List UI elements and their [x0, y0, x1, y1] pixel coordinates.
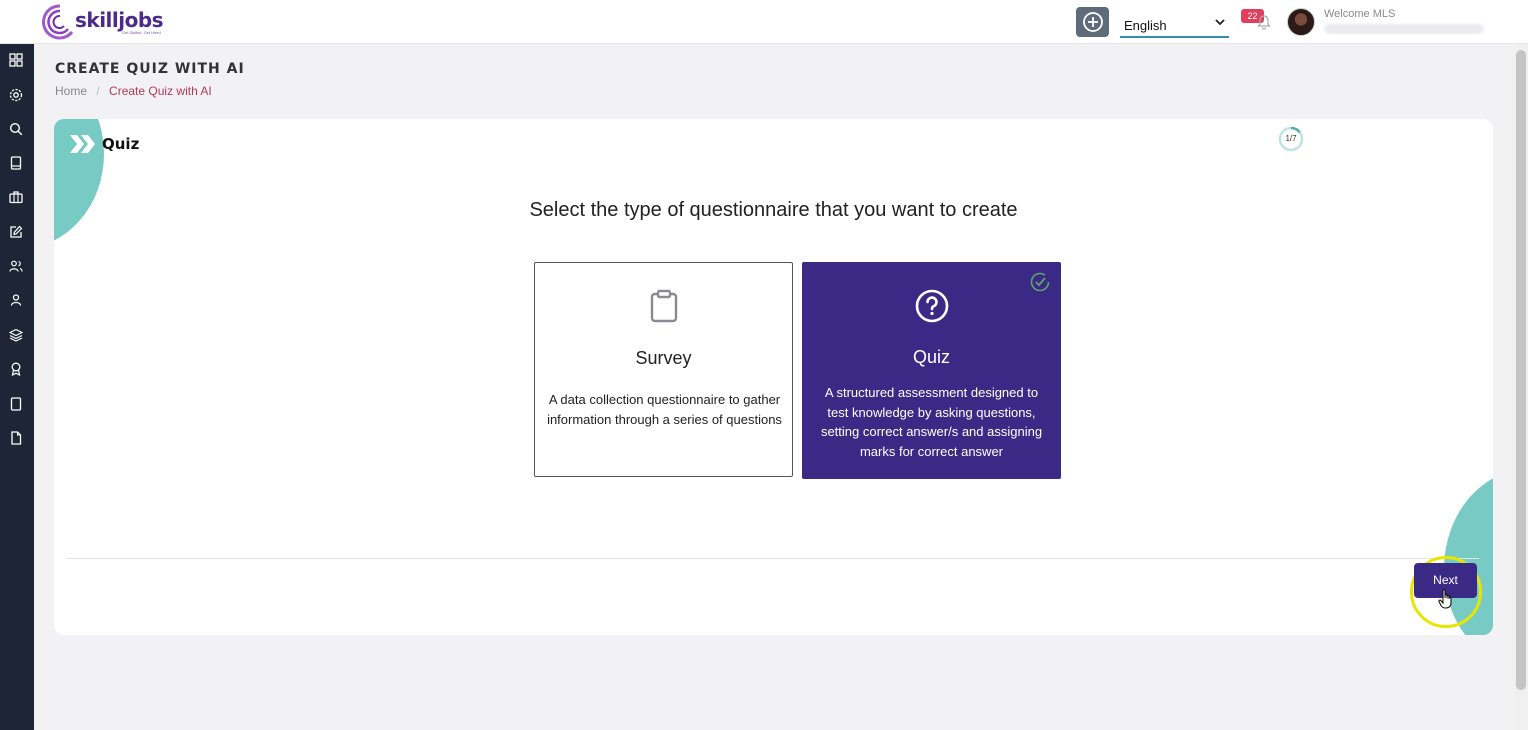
- language-select[interactable]: English: [1120, 12, 1229, 38]
- users-icon[interactable]: [7, 257, 25, 275]
- breadcrumb: Home / Create Quiz with AI: [55, 84, 212, 98]
- survey-option-name: Survey: [635, 348, 692, 368]
- page-title: CREATE QUIZ WITH AI: [55, 61, 245, 77]
- double-chevron-icon: [70, 135, 95, 153]
- bell-icon[interactable]: [1257, 14, 1271, 30]
- language-value: English: [1124, 18, 1167, 33]
- search-icon[interactable]: [7, 120, 25, 138]
- tablet-icon[interactable]: [7, 395, 25, 413]
- question-heading: Select the type of questionnaire that yo…: [529, 199, 1018, 221]
- quiz-option-description: A structured assessment designed to test…: [820, 385, 1043, 459]
- sidebar: [0, 44, 34, 730]
- add-button[interactable]: [1076, 7, 1109, 37]
- avatar[interactable]: [1287, 8, 1315, 36]
- breadcrumb-home[interactable]: Home: [55, 84, 87, 98]
- page-scrollbar[interactable]: [1514, 44, 1528, 730]
- user-icon[interactable]: [7, 291, 25, 309]
- breadcrumb-current: Create Quiz with AI: [109, 84, 212, 98]
- quiz-option-name: Quiz: [912, 347, 950, 367]
- dashboard-grid-icon[interactable]: [7, 51, 25, 69]
- quiz-option-card[interactable]: Quiz A structured assessment designed to…: [802, 262, 1061, 479]
- briefcase-icon[interactable]: [7, 188, 25, 206]
- top-bar: skilljobs Get Skilled, Get Hired English…: [0, 0, 1528, 44]
- skilljobs-logo[interactable]: skilljobs Get Skilled, Get Hired: [38, 2, 168, 42]
- award-icon[interactable]: [7, 360, 25, 378]
- survey-option-description: A data collection questionnaire to gathe…: [547, 392, 782, 427]
- breadcrumb-separator: /: [96, 84, 100, 98]
- survey-option-card[interactable]: Survey A data collection questionnaire t…: [534, 262, 793, 477]
- chevron-down-icon: [1215, 19, 1225, 26]
- user-name-blurred: [1324, 24, 1484, 34]
- clipboard-icon: [535, 289, 792, 323]
- settings-gear-icon[interactable]: [7, 86, 25, 104]
- layers-icon[interactable]: [7, 326, 25, 344]
- book-icon[interactable]: [7, 154, 25, 172]
- edit-icon[interactable]: [7, 223, 25, 241]
- card-title: Quiz: [102, 135, 140, 153]
- file-icon[interactable]: [7, 429, 25, 447]
- footer-divider: [67, 558, 1479, 559]
- hand-cursor-icon: [1438, 589, 1452, 609]
- scrollbar-thumb[interactable]: [1516, 50, 1526, 690]
- quiz-wizard-card: Quiz 1/7 Select the type of questionnair…: [54, 119, 1493, 635]
- logo-swirl-icon: [42, 4, 74, 40]
- welcome-text: Welcome MLS: [1324, 8, 1396, 20]
- step-indicator: 1/7: [1285, 134, 1297, 143]
- question-circle-icon: [802, 288, 1061, 324]
- logo-tagline: Get Skilled, Get Hired: [122, 30, 161, 35]
- logo-text: skilljobs: [75, 8, 164, 32]
- plus-circle-icon: [1082, 12, 1103, 32]
